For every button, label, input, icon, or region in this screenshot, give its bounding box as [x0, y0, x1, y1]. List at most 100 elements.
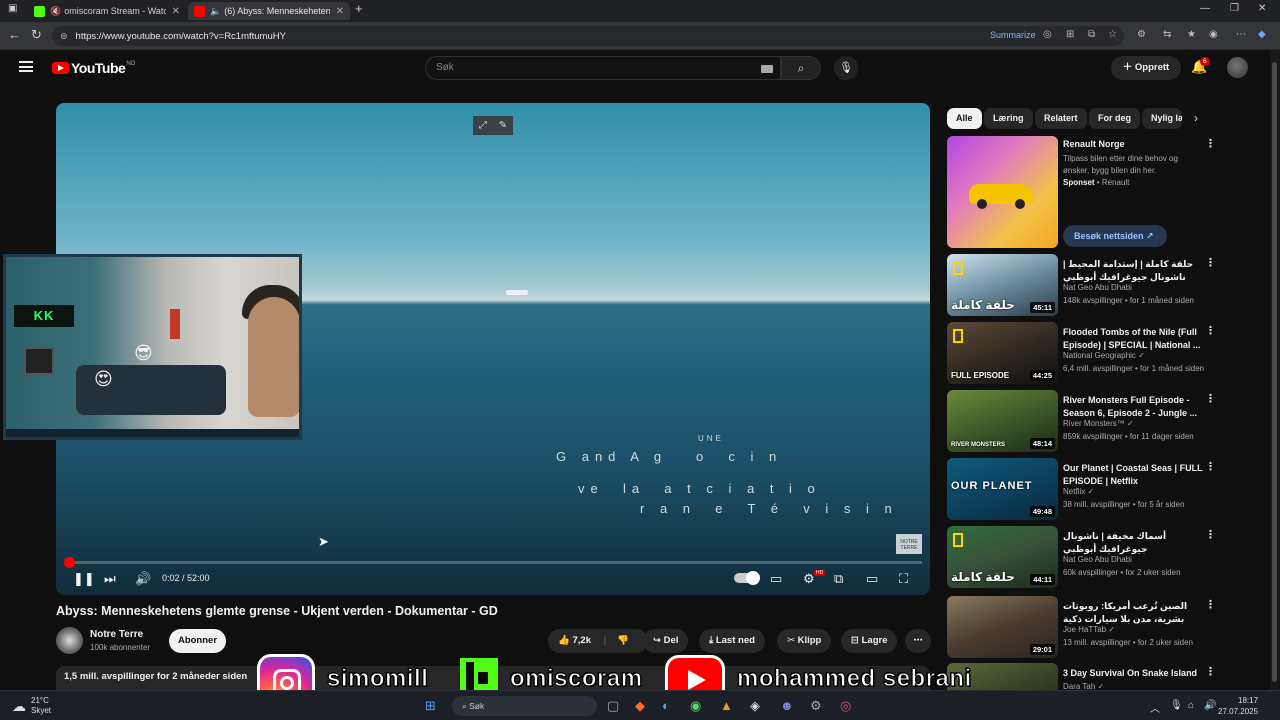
weather-widget[interactable]: ☁ 21°C Skyet: [12, 696, 51, 716]
more-options-icon[interactable]: ⋮: [1205, 324, 1216, 337]
apps-icon[interactable]: ⊞: [1066, 29, 1074, 40]
site-info-icon[interactable]: ⊜: [60, 31, 68, 42]
translate-icon[interactable]: ⧉: [1088, 29, 1095, 40]
more-options-icon[interactable]: ⋮: [1205, 598, 1216, 611]
more-options-icon[interactable]: ⋮: [1205, 392, 1216, 405]
video-thumbnail[interactable]: RIVER MONSTERS 48:14: [947, 390, 1058, 452]
favorites-icon[interactable]: ★: [1187, 29, 1196, 40]
recommendation-channel[interactable]: Nat Geo Abu Dhabi: [1063, 555, 1132, 564]
share-button[interactable]: ↪ Del: [643, 629, 689, 653]
recommendation-title[interactable]: الصين تُرعب أمريكا: روبوتات بشرية، مدن ب…: [1063, 600, 1203, 627]
brave-icon[interactable]: ◆: [635, 698, 645, 714]
app-icon[interactable]: ◎: [840, 698, 851, 714]
notes-overlay-icon[interactable]: ✎: [499, 120, 507, 131]
video-thumbnail[interactable]: حلقة كاملة 45:11: [947, 254, 1058, 316]
xbox-icon[interactable]: ◉: [690, 698, 701, 714]
pip-overlay-icon[interactable]: ⤢: [479, 120, 487, 131]
edge-icon[interactable]: ◐: [662, 698, 670, 713]
scrollbar-thumb[interactable]: [1272, 62, 1277, 682]
next-icon[interactable]: ⏭: [104, 571, 116, 587]
chevron-right-icon[interactable]: ›: [1194, 111, 1198, 125]
discord-icon[interactable]: ☻: [780, 698, 794, 713]
more-options-icon[interactable]: ⋮: [1205, 665, 1216, 678]
miniplayer-icon[interactable]: ⧉: [834, 571, 843, 587]
save-button[interactable]: ⊟ Lagre: [841, 629, 898, 653]
tray-chevron-icon[interactable]: ︿: [1150, 700, 1160, 715]
progress-scrubber[interactable]: [64, 557, 75, 568]
chip-related[interactable]: Relatert: [1035, 108, 1087, 129]
chip-recently-uploaded[interactable]: Nylig la: [1142, 108, 1182, 129]
ad-thumbnail[interactable]: [947, 136, 1058, 248]
app-icon[interactable]: ▲: [720, 698, 733, 713]
recommendation-channel[interactable]: National Geographic ✓: [1063, 351, 1145, 360]
chip-learning[interactable]: Læring: [984, 108, 1033, 129]
pause-icon[interactable]: ❚❚: [73, 571, 95, 587]
clip-button[interactable]: ✂ Klipp: [777, 629, 832, 653]
like-count[interactable]: 7,2k: [572, 635, 591, 646]
network-icon[interactable]: ⌂: [1188, 700, 1194, 711]
close-tab-icon[interactable]: ✕: [172, 6, 180, 17]
download-button[interactable]: ⤓ Last ned: [699, 629, 765, 653]
taskbar-search[interactable]: ⌕ Søk: [452, 696, 597, 716]
recommendation-title[interactable]: River Monsters Full Episode - Season 6, …: [1063, 394, 1203, 420]
profile-icon[interactable]: ◉: [1209, 29, 1218, 40]
summarize-button[interactable]: Summarize: [990, 30, 1036, 40]
more-menu-icon[interactable]: ⋯: [1236, 29, 1246, 40]
url-field[interactable]: ⊜ https://www.youtube.com/watch?v=Rc1mft…: [52, 26, 1124, 46]
like-icon[interactable]: 👍: [558, 635, 570, 646]
split-screen-icon[interactable]: ⇆: [1163, 29, 1171, 40]
voice-search-button[interactable]: 🎙: [834, 56, 858, 80]
back-icon[interactable]: ←: [8, 27, 21, 42]
video-thumbnail[interactable]: 29:01: [947, 596, 1058, 658]
ad-more-icon[interactable]: ⋮: [1205, 137, 1216, 150]
app-icon[interactable]: ◈: [750, 698, 760, 714]
recommendation-title[interactable]: أسماك مخيفة | ناشونال جيوغرافيك أبوظبي: [1063, 530, 1203, 556]
volume-icon[interactable]: 🔊: [135, 571, 151, 587]
recommendation-channel[interactable]: River Monsters™ ✓: [1063, 419, 1134, 428]
maximize-icon[interactable]: ❐: [1230, 3, 1239, 14]
recommendation-channel[interactable]: Netflix ✓: [1063, 487, 1094, 496]
video-thumbnail[interactable]: حلقة كاملة 44:11: [947, 526, 1058, 588]
copilot-icon[interactable]: ◆: [1258, 29, 1266, 40]
extensions-icon[interactable]: ⚙: [1137, 29, 1146, 40]
video-thumbnail[interactable]: FULL EPISODE 44:25: [947, 322, 1058, 384]
channel-name[interactable]: Notre Terre: [90, 629, 143, 640]
visit-site-button[interactable]: Besøk nettsiden ↗: [1063, 225, 1167, 247]
keyboard-icon[interactable]: [761, 65, 773, 73]
subtitles-icon[interactable]: ▭: [770, 571, 782, 587]
dislike-icon[interactable]: 👎: [617, 635, 629, 646]
new-tab-icon[interactable]: +: [355, 1, 363, 16]
reload-icon[interactable]: ↻: [31, 27, 42, 43]
more-options-icon[interactable]: ⋮: [1205, 460, 1216, 473]
read-aloud-icon[interactable]: ◎: [1043, 29, 1052, 40]
close-window-icon[interactable]: ✕: [1258, 3, 1266, 14]
youtube-logo[interactable]: YouTube NO: [52, 60, 135, 76]
video-thumbnail[interactable]: OUR PLANET 49:48: [947, 458, 1058, 520]
autoplay-toggle[interactable]: [734, 571, 760, 585]
fullscreen-icon[interactable]: ⛶: [899, 571, 908, 587]
recommendation-title[interactable]: حلقة كاملة | إستدامة المحيط | ناشونال جي…: [1063, 258, 1203, 284]
recommendation-title[interactable]: Our Planet | Coastal Seas | FULL EPISODE…: [1063, 462, 1203, 488]
settings-gear-icon[interactable]: ⚙: [803, 571, 815, 587]
theater-mode-icon[interactable]: ▭: [866, 571, 878, 587]
chip-all[interactable]: Alle: [947, 108, 982, 129]
steam-icon[interactable]: ⚙: [810, 698, 822, 714]
close-tab-icon[interactable]: ✕: [336, 6, 344, 17]
more-options-icon[interactable]: ⋮: [1205, 528, 1216, 541]
create-button[interactable]: ＋ Opprett: [1111, 56, 1181, 80]
channel-avatar[interactable]: [56, 627, 83, 654]
start-windows-icon[interactable]: ⊞: [425, 698, 436, 714]
chip-for-you[interactable]: For deg: [1089, 108, 1140, 129]
mic-tray-icon[interactable]: 🎙: [1170, 700, 1183, 711]
more-options-icon[interactable]: ⋮: [1205, 256, 1216, 269]
recommendation-channel[interactable]: Nat Geo Abu Dhabi: [1063, 283, 1132, 292]
account-avatar[interactable]: [1227, 57, 1248, 78]
recommendation-channel[interactable]: Joe HaTTab ✓: [1063, 625, 1115, 634]
favorite-star-icon[interactable]: ☆: [1108, 29, 1117, 40]
progress-bar[interactable]: [64, 561, 922, 564]
search-input[interactable]: Søk: [425, 56, 781, 80]
recommendation-title[interactable]: Flooded Tombs of the Nile (Full Episode)…: [1063, 326, 1203, 352]
volume-tray-icon[interactable]: 🔊: [1204, 700, 1216, 711]
taskbar-clock[interactable]: 18:17 27.07.2025: [1218, 695, 1258, 717]
recommendation-title[interactable]: 3 Day Survival On Snake Island: [1063, 667, 1203, 680]
